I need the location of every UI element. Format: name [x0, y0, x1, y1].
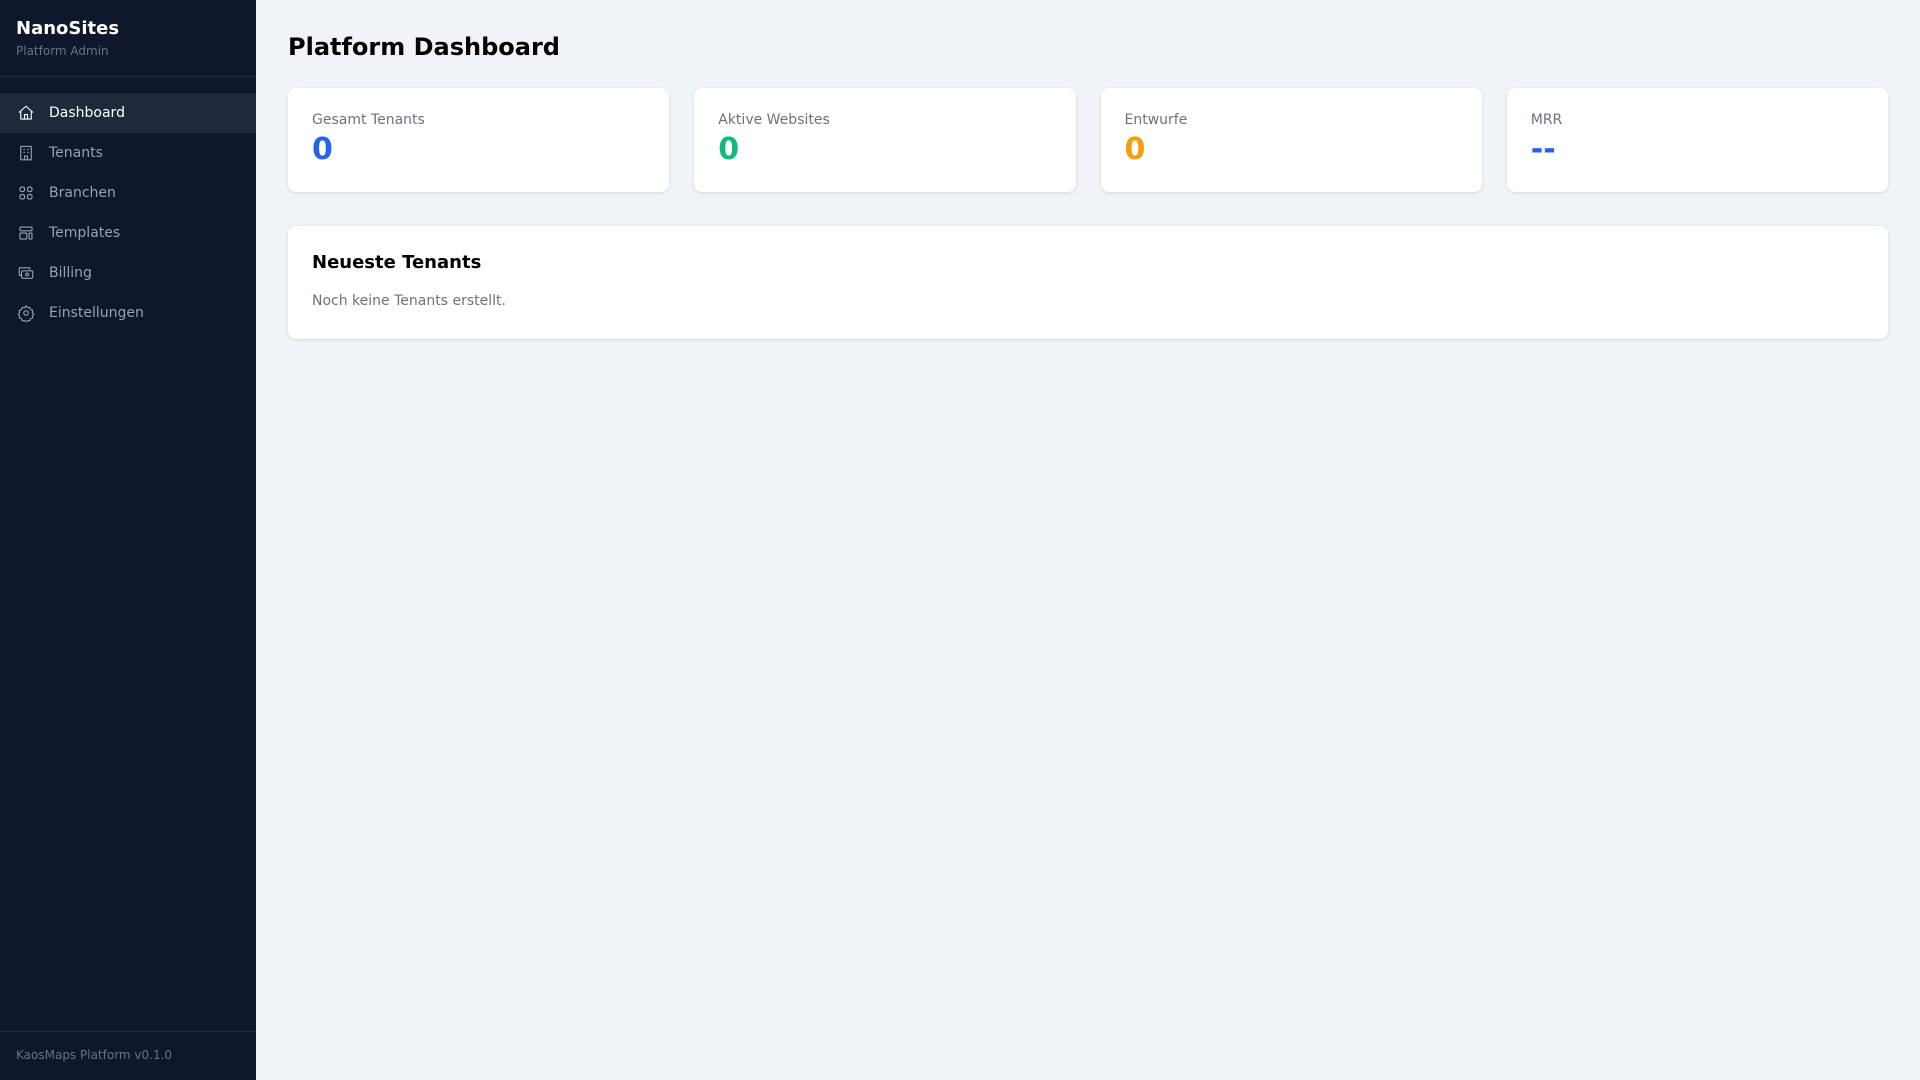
- main-content: Platform Dashboard Gesamt Tenants 0 Akti…: [256, 0, 1920, 371]
- sidebar-item-label: Billing: [49, 265, 92, 281]
- stat-value: 0: [718, 132, 740, 167]
- stat-label: Aktive Websites: [718, 112, 830, 128]
- stat-value: 0: [1124, 132, 1146, 167]
- wallet-icon: [18, 267, 34, 279]
- empty-state-text: Noch keine Tenants erstellt.: [312, 293, 506, 309]
- sidebar-item-label: Branchen: [49, 185, 116, 201]
- stat-value: --: [1530, 132, 1556, 167]
- sidebar: NanoSites Platform Admin Dashboard Tenan…: [0, 0, 256, 1080]
- stat-label: Entwurfe: [1124, 112, 1188, 128]
- grid-icon: [19, 186, 33, 200]
- recent-tenants-panel: Neueste Tenants Noch keine Tenants erste…: [288, 226, 1888, 339]
- brand-subtitle: Platform Admin: [16, 44, 109, 58]
- sidebar-item-label: Dashboard: [49, 105, 125, 121]
- stat-card-total-tenants: Gesamt Tenants 0: [288, 88, 670, 192]
- home-icon: [18, 105, 34, 120]
- layout-icon: [19, 226, 33, 240]
- sidebar-nav: Dashboard Tenants Branchen Templates Bil…: [0, 77, 256, 1031]
- stat-label: Gesamt Tenants: [312, 112, 425, 128]
- sidebar-item-billing[interactable]: Billing: [0, 253, 256, 293]
- sidebar-item-tenants[interactable]: Tenants: [0, 133, 256, 173]
- stat-value: 0: [312, 132, 333, 167]
- sidebar-item-branchen[interactable]: Branchen: [0, 173, 256, 213]
- sidebar-item-label: Templates: [49, 225, 121, 241]
- sidebar-item-label: Tenants: [49, 145, 103, 161]
- sidebar-item-dashboard[interactable]: Dashboard: [0, 93, 256, 133]
- gear-icon: [17, 305, 35, 322]
- brand: NanoSites Platform Admin: [0, 0, 256, 77]
- sidebar-item-templates[interactable]: Templates: [0, 213, 256, 253]
- stat-card-mrr: MRR --: [1506, 88, 1888, 192]
- page-title: Platform Dashboard: [288, 33, 560, 61]
- panel-title: Neueste Tenants: [312, 252, 482, 273]
- stat-card-drafts: Entwurfe 0: [1100, 88, 1482, 192]
- stat-cards: Gesamt Tenants 0 Aktive Websites 0 Entwu…: [288, 88, 1888, 192]
- stat-label: MRR: [1530, 112, 1563, 128]
- building-icon: [20, 145, 32, 161]
- stat-card-active-websites: Aktive Websites 0: [694, 88, 1076, 192]
- sidebar-item-label: Einstellungen: [49, 305, 144, 321]
- brand-name: NanoSites: [16, 18, 120, 39]
- sidebar-item-einstellungen[interactable]: Einstellungen: [0, 293, 256, 333]
- sidebar-footer: KaosMaps Platform v0.1.0: [0, 1031, 256, 1080]
